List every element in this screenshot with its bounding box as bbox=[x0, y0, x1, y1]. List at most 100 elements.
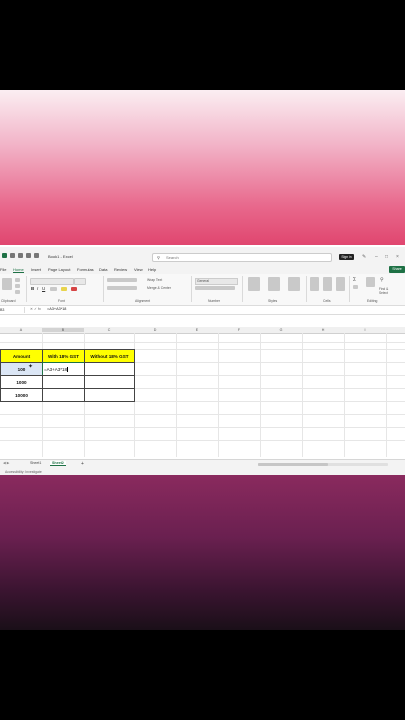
sheet-tab-sheet2[interactable]: Sheet2 bbox=[50, 461, 66, 467]
cut-icon[interactable] bbox=[15, 278, 20, 282]
cell-without-gst[interactable] bbox=[84, 362, 135, 376]
column-header-i[interactable]: I bbox=[344, 328, 386, 332]
insert-cells-icon[interactable] bbox=[310, 277, 319, 291]
cell-without-gst[interactable] bbox=[84, 375, 135, 389]
number-format-icons[interactable] bbox=[195, 286, 235, 290]
align-left-icons[interactable] bbox=[107, 286, 137, 290]
sheet-nav-icon[interactable]: ◀ ▶ bbox=[3, 461, 10, 465]
formula-input[interactable]: =A3+A3*18 bbox=[47, 307, 66, 311]
group-label-styles: Styles bbox=[268, 298, 278, 303]
cell-formula-text: =A3+A3*18 bbox=[44, 367, 68, 372]
gridline bbox=[344, 333, 345, 457]
gridline bbox=[0, 440, 405, 441]
column-header-g[interactable]: G bbox=[260, 328, 302, 332]
scrollbar-thumb[interactable] bbox=[258, 462, 328, 466]
autosave-icon[interactable] bbox=[10, 253, 15, 258]
pen-icon[interactable]: ✎ bbox=[362, 254, 366, 260]
tab-review[interactable]: Review bbox=[114, 267, 127, 272]
ribbon-separator bbox=[242, 276, 243, 302]
tab-data[interactable]: Data bbox=[99, 267, 107, 272]
letterbox-bottom bbox=[0, 630, 405, 720]
cell-with-gst-editing[interactable]: =A3+A3*18 bbox=[42, 362, 85, 376]
fill-color-icon[interactable] bbox=[61, 287, 67, 291]
format-as-table-icon[interactable] bbox=[268, 277, 280, 291]
italic-icon[interactable]: I bbox=[37, 286, 38, 291]
borders-icon[interactable] bbox=[50, 287, 57, 291]
cell-with-gst[interactable] bbox=[42, 388, 85, 402]
undo-icon[interactable] bbox=[26, 253, 31, 258]
cell-amount[interactable]: 10000 bbox=[0, 388, 43, 402]
tab-file[interactable]: File bbox=[0, 267, 6, 272]
header-cell-without-gst[interactable]: Without 18% GST bbox=[84, 349, 135, 363]
autosum-icon[interactable]: Σ bbox=[353, 277, 356, 283]
group-label-editing: Editing bbox=[367, 298, 378, 303]
cell-styles-icon[interactable] bbox=[288, 277, 300, 291]
sign-in-button[interactable]: Sign in bbox=[339, 253, 354, 260]
find-select-button[interactable]: Find & Select bbox=[379, 287, 393, 295]
conditional-formatting-icon[interactable] bbox=[248, 277, 260, 291]
copy-icon[interactable] bbox=[15, 284, 20, 288]
sheet-tab-sheet1[interactable]: Sheet1 bbox=[30, 461, 41, 465]
tab-page-layout[interactable]: Page Layout bbox=[48, 267, 70, 272]
cell-with-gst[interactable] bbox=[42, 375, 85, 389]
bold-icon[interactable]: B bbox=[31, 286, 34, 291]
search-icon: ⚲ bbox=[157, 255, 160, 260]
tab-home[interactable]: Home bbox=[13, 267, 24, 273]
formula-bar-icons[interactable]: ✕ ✓ fx bbox=[30, 307, 41, 311]
group-label-font: Font bbox=[58, 298, 65, 303]
excel-logo-icon bbox=[2, 253, 7, 258]
column-header-e[interactable]: E bbox=[176, 328, 218, 332]
column-header-b[interactable]: B bbox=[42, 327, 84, 332]
font-color-icon[interactable] bbox=[71, 287, 77, 291]
horizontal-scrollbar[interactable] bbox=[258, 462, 388, 466]
restore-icon[interactable]: □ bbox=[385, 254, 388, 260]
name-box[interactable]: B3 bbox=[0, 306, 25, 313]
save-icon[interactable] bbox=[18, 253, 23, 258]
column-header-a[interactable]: A bbox=[0, 328, 42, 332]
number-format-dropdown[interactable]: General bbox=[195, 278, 238, 285]
group-label-alignment: Alignment bbox=[135, 298, 151, 303]
tab-view[interactable]: View bbox=[134, 267, 143, 272]
tab-formulas[interactable]: Formulas bbox=[77, 267, 94, 272]
mouse-cursor-icon: ✦ bbox=[28, 364, 34, 370]
share-button[interactable]: Share bbox=[389, 265, 405, 273]
cell-amount[interactable]: 100 bbox=[0, 362, 43, 376]
cell-amount[interactable]: 1000 bbox=[0, 375, 43, 389]
close-icon[interactable]: × bbox=[396, 254, 399, 260]
ribbon-tabs: File Home Insert Page Layout Formulas Da… bbox=[0, 265, 405, 274]
header-cell-with-gst[interactable]: With 18% GST bbox=[42, 349, 85, 363]
font-name-dropdown[interactable] bbox=[30, 278, 74, 285]
column-header-h[interactable]: H bbox=[302, 328, 344, 332]
add-sheet-icon[interactable]: + bbox=[81, 461, 84, 467]
align-top-icons[interactable] bbox=[107, 278, 137, 282]
ribbon-separator bbox=[26, 276, 27, 302]
column-header-f[interactable]: F bbox=[218, 328, 260, 332]
status-bar: Accessibility: Investigate bbox=[0, 468, 405, 475]
wrap-text-button[interactable]: Wrap Text bbox=[147, 278, 162, 282]
delete-cells-icon[interactable] bbox=[323, 277, 332, 291]
title-bar: Book1 - Excel ⚲ Search Sign in ✎ – □ × bbox=[0, 247, 405, 265]
underline-icon[interactable]: U bbox=[42, 286, 45, 291]
formula-bar: B3 ✕ ✓ fx =A3+A3*18 bbox=[0, 306, 405, 315]
format-painter-icon[interactable] bbox=[15, 290, 20, 294]
font-size-dropdown[interactable] bbox=[74, 278, 86, 285]
tab-insert[interactable]: Insert bbox=[31, 267, 41, 272]
fill-icon[interactable] bbox=[353, 285, 358, 289]
group-label-clipboard: Clipboard bbox=[1, 298, 16, 303]
find-icon[interactable]: ⚲ bbox=[380, 277, 384, 283]
cell-without-gst[interactable] bbox=[84, 388, 135, 402]
ribbon-separator bbox=[349, 276, 350, 302]
column-header-d[interactable]: D bbox=[134, 328, 176, 332]
header-cell-amount[interactable]: Amount bbox=[0, 349, 43, 363]
minimize-icon[interactable]: – bbox=[375, 254, 378, 260]
ribbon: Clipboard B I U Font Wrap Text Merge & C… bbox=[0, 274, 405, 306]
merge-center-button[interactable]: Merge & Center bbox=[147, 286, 171, 290]
redo-icon[interactable] bbox=[34, 253, 39, 258]
format-cells-icon[interactable] bbox=[336, 277, 345, 291]
tab-help[interactable]: Help bbox=[148, 267, 156, 272]
sort-filter-icon[interactable] bbox=[366, 277, 375, 287]
gridline bbox=[0, 342, 405, 343]
column-header-c[interactable]: C bbox=[84, 328, 134, 332]
paste-icon[interactable] bbox=[2, 278, 12, 290]
search-box[interactable]: ⚲ Search bbox=[152, 253, 332, 262]
